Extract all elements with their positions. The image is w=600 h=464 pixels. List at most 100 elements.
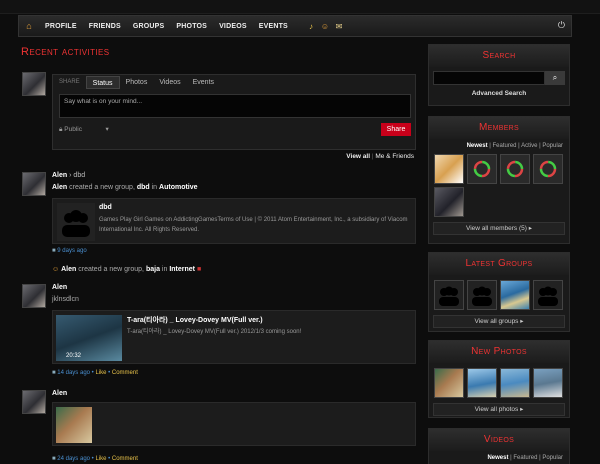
tab-status[interactable]: Status — [85, 76, 120, 89]
view-all-photos-button[interactable]: View all photos ▸ — [433, 403, 565, 416]
current-user-avatar[interactable] — [22, 72, 46, 96]
nav-videos[interactable]: Videos — [213, 23, 253, 30]
nav-photos[interactable]: Photos — [170, 23, 213, 30]
search-input[interactable] — [433, 71, 545, 85]
card-title[interactable]: T-ara(티아라) _ Lovey-Dovey MV(Full ver.) — [127, 315, 263, 325]
photo-thumbnail[interactable] — [533, 368, 563, 398]
arrow-icon: › — [69, 172, 72, 179]
video-icon: ■ — [52, 370, 56, 376]
feed-target[interactable]: dbd — [73, 172, 85, 179]
member-default-avatar[interactable] — [467, 154, 497, 184]
feed-category-link[interactable]: Automotive — [159, 184, 198, 191]
filter-popular[interactable]: Popular — [542, 143, 563, 149]
member-avatar[interactable] — [434, 187, 464, 217]
card-description: Games Play Girl Games on AddictingGamesT… — [99, 217, 408, 233]
search-box: Search ⌕ Advanced Search — [428, 44, 570, 106]
chevron-down-icon: ▾ — [105, 126, 109, 133]
group-thumbnail[interactable] — [500, 280, 530, 310]
share-label: SHARE — [59, 79, 80, 85]
member-default-avatar[interactable] — [533, 154, 563, 184]
like-link[interactable]: Like — [95, 370, 106, 376]
group-placeholder-icon[interactable] — [467, 280, 497, 310]
notifications-bell-icon[interactable]: ♪ — [304, 22, 318, 31]
latest-groups-box: Latest Groups View all groups ▸ — [428, 252, 570, 332]
group-card[interactable]: dbd Games Play Girl Games on AddictingGa… — [52, 198, 416, 244]
feed-time[interactable]: 9 days ago — [57, 248, 86, 254]
feed-actor[interactable]: Alen — [52, 184, 67, 191]
nav-friends[interactable]: Friends — [83, 23, 127, 30]
group-icon: ☺ — [52, 266, 60, 273]
avatar[interactable] — [22, 390, 46, 414]
member-default-avatar[interactable] — [500, 154, 530, 184]
comment-link[interactable]: Comment — [112, 456, 138, 462]
comment-link[interactable]: Comment — [112, 370, 138, 376]
status-composer: SHARE Status Photos Videos Events Say wh… — [52, 74, 416, 150]
logout-power-icon[interactable]: ⏻ — [558, 20, 565, 31]
filter-active[interactable]: Active — [521, 143, 537, 149]
feed-group-link[interactable]: baja — [146, 266, 160, 273]
feed-item: Alen jklnsdlcn 20:32 T-ara(티아라) _ Lovey-… — [18, 284, 418, 384]
photo-icon: ■ — [52, 456, 56, 462]
tab-videos[interactable]: Videos — [153, 76, 186, 89]
avatar[interactable] — [22, 172, 46, 196]
feed-category-link[interactable]: Internet — [169, 266, 195, 273]
feed-author[interactable]: Alen — [52, 284, 67, 291]
group-placeholder-icon[interactable] — [533, 280, 563, 310]
filter-featured[interactable]: Featured — [513, 455, 537, 461]
search-button[interactable]: ⌕ — [545, 71, 565, 85]
feed-item: Alen › dbd Alen created a new group, dbd… — [18, 172, 418, 254]
group-placeholder-icon[interactable] — [434, 280, 464, 310]
chevron-right-icon: ▸ — [520, 406, 524, 413]
filter-me-friends[interactable]: Me & Friends — [375, 153, 414, 160]
share-button[interactable]: Share — [381, 123, 411, 136]
nav-profile[interactable]: Profile — [39, 23, 83, 30]
search-title: Search — [429, 45, 569, 67]
photo-thumbnail[interactable] — [467, 368, 497, 398]
videos-title: Videos — [429, 429, 569, 451]
video-thumbnail[interactable]: 20:32 — [56, 315, 122, 361]
photo-thumbnail[interactable] — [56, 407, 92, 443]
feed-item: Alen ■ 24 days ago • Like • Comment — [18, 390, 418, 464]
chevron-right-icon: ▸ — [528, 225, 532, 232]
view-all-groups-button[interactable]: View all groups ▸ — [433, 315, 565, 328]
privacy-select[interactable]: 🔒︎ Public ▾ — [59, 125, 109, 134]
filter-featured[interactable]: Featured — [492, 143, 516, 149]
feed-actor[interactable]: Alen — [61, 266, 76, 273]
like-link[interactable]: Like — [95, 456, 106, 462]
nav-events[interactable]: Events — [253, 23, 294, 30]
videos-box: Videos Newest | Featured | Popular — [428, 428, 570, 464]
card-title[interactable]: dbd — [99, 204, 112, 211]
feed-group-link[interactable]: dbd — [137, 184, 150, 191]
filter-newest[interactable]: Newest — [487, 455, 508, 461]
delete-icon[interactable]: ■ — [197, 266, 201, 273]
photo-thumbnail[interactable] — [500, 368, 530, 398]
feed-author[interactable]: Alen — [52, 390, 67, 397]
avatar[interactable] — [22, 284, 46, 308]
feed-time[interactable]: 24 days ago — [57, 456, 90, 462]
main-navbar: ⌂ Profile Friends Groups Photos Videos E… — [18, 15, 572, 37]
messages-icon[interactable]: ✉ — [332, 22, 346, 31]
tab-photos[interactable]: Photos — [120, 76, 154, 89]
search-icon: ⌕ — [552, 73, 558, 82]
feed-author[interactable]: Alen — [52, 172, 67, 179]
friend-requests-icon[interactable]: ☺ — [318, 22, 332, 31]
status-input[interactable]: Say what is on your mind... — [59, 94, 411, 118]
members-filters: Newest | Featured | Active | Popular — [466, 143, 563, 149]
recent-activities-title: Recent activities — [21, 46, 110, 58]
video-card[interactable]: 20:32 T-ara(티아라) _ Lovey-Dovey MV(Full v… — [52, 310, 416, 364]
filter-newest[interactable]: Newest — [467, 143, 488, 149]
advanced-search-link[interactable]: Advanced Search — [429, 90, 569, 97]
member-avatar[interactable] — [434, 154, 464, 184]
view-all-members-button[interactable]: View all members (5) ▸ — [433, 222, 565, 235]
filter-popular[interactable]: Popular — [542, 455, 563, 461]
tab-events[interactable]: Events — [187, 76, 220, 89]
filter-view-all[interactable]: View all — [346, 153, 370, 160]
feed-status-text: jklnsdlcn — [52, 296, 79, 303]
home-icon[interactable]: ⌂ — [19, 16, 39, 36]
photo-card[interactable] — [52, 402, 416, 446]
feed-time[interactable]: 14 days ago — [57, 370, 90, 376]
new-photos-box: New Photos View all photos ▸ — [428, 340, 570, 418]
photo-thumbnail[interactable] — [434, 368, 464, 398]
feed-in: in — [151, 184, 158, 191]
nav-groups[interactable]: Groups — [127, 23, 171, 30]
